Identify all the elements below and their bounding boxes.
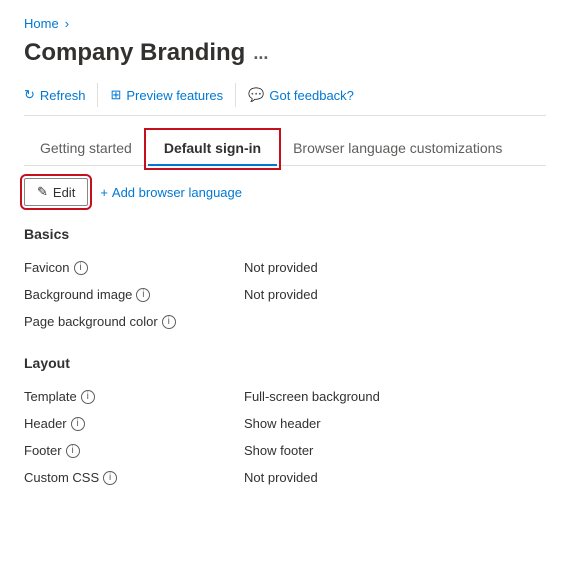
custom-css-value: Not provided — [244, 470, 318, 485]
preview-features-button[interactable]: ⊞ Preview features — [98, 83, 236, 107]
table-row: Favicon i Not provided — [24, 254, 546, 281]
breadcrumb-home[interactable]: Home — [24, 16, 59, 31]
basics-section: Basics Favicon i Not provided Background… — [24, 226, 546, 335]
footer-value: Show footer — [244, 443, 313, 458]
header-info-icon[interactable]: i — [71, 417, 85, 431]
favicon-info-icon[interactable]: i — [74, 261, 88, 275]
template-value: Full-screen background — [244, 389, 380, 404]
add-icon: + — [100, 185, 108, 200]
add-browser-language-button[interactable]: + Add browser language — [88, 180, 254, 205]
page-bg-color-label: Page background color i — [24, 314, 244, 329]
layout-section-title: Layout — [24, 355, 546, 371]
background-image-value: Not provided — [244, 287, 318, 302]
table-row: Custom CSS i Not provided — [24, 464, 546, 491]
preview-label: Preview features — [126, 88, 223, 103]
table-row: Background image i Not provided — [24, 281, 546, 308]
action-bar: ✎ Edit + Add browser language — [24, 178, 546, 206]
edit-label: Edit — [53, 185, 75, 200]
feedback-icon: 💬 — [248, 87, 264, 103]
table-row: Page background color i — [24, 308, 546, 335]
table-row: Header i Show header — [24, 410, 546, 437]
background-image-info-icon[interactable]: i — [136, 288, 150, 302]
refresh-label: Refresh — [40, 88, 86, 103]
header-label: Header i — [24, 416, 244, 431]
tab-default-sign-in[interactable]: Default sign-in — [148, 132, 277, 166]
footer-label: Footer i — [24, 443, 244, 458]
edit-icon: ✎ — [37, 184, 48, 200]
basics-properties: Favicon i Not provided Background image … — [24, 254, 546, 335]
more-options-icon[interactable]: ... — [253, 43, 268, 64]
layout-properties: Template i Full-screen background Header… — [24, 383, 546, 491]
page-bg-color-info-icon[interactable]: i — [162, 315, 176, 329]
template-label: Template i — [24, 389, 244, 404]
refresh-button[interactable]: ↻ Refresh — [24, 83, 98, 107]
refresh-icon: ↻ — [24, 87, 35, 103]
toolbar: ↻ Refresh ⊞ Preview features 💬 Got feedb… — [24, 83, 546, 116]
breadcrumb-separator: › — [65, 16, 69, 31]
basics-section-title: Basics — [24, 226, 546, 242]
footer-info-icon[interactable]: i — [66, 444, 80, 458]
feedback-label: Got feedback? — [269, 88, 354, 103]
add-browser-label: Add browser language — [112, 185, 242, 200]
edit-button[interactable]: ✎ Edit — [24, 178, 88, 206]
custom-css-label: Custom CSS i — [24, 470, 244, 485]
favicon-value: Not provided — [244, 260, 318, 275]
page-title-container: Company Branding ... — [24, 39, 546, 67]
tab-getting-started[interactable]: Getting started — [24, 132, 148, 166]
breadcrumb: Home › — [24, 16, 546, 31]
template-info-icon[interactable]: i — [81, 390, 95, 404]
favicon-label: Favicon i — [24, 260, 244, 275]
custom-css-info-icon[interactable]: i — [103, 471, 117, 485]
preview-icon: ⊞ — [110, 87, 121, 103]
background-image-label: Background image i — [24, 287, 244, 302]
feedback-button[interactable]: 💬 Got feedback? — [236, 83, 366, 107]
tabs-container: Getting started Default sign-in Browser … — [24, 132, 546, 166]
page-title: Company Branding — [24, 39, 245, 67]
header-value: Show header — [244, 416, 321, 431]
layout-section: Layout Template i Full-screen background… — [24, 355, 546, 491]
table-row: Template i Full-screen background — [24, 383, 546, 410]
tab-browser-language[interactable]: Browser language customizations — [277, 132, 518, 166]
table-row: Footer i Show footer — [24, 437, 546, 464]
